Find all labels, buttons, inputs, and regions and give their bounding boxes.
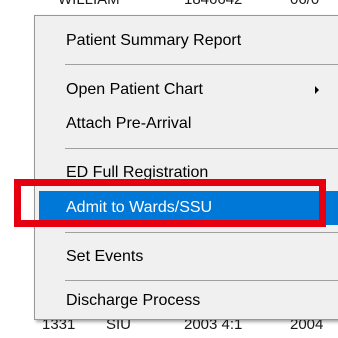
patient-name-cell: WILLIAM [58,0,120,8]
menu-item-label: Attach Pre-Arrival [66,115,192,132]
menu-item-label: Open Patient Chart [66,81,203,98]
menu-item-label: Set Events [66,248,144,265]
menu-item-open-patient-chart[interactable]: Open Patient Chart [39,73,338,107]
menu-item-attach-pre-arrival[interactable]: Attach Pre-Arrival [39,107,338,141]
submenu-arrow-icon [315,86,319,94]
menu-separator [65,148,338,149]
context-menu: Patient Summary Report Open Patient Char… [34,15,338,320]
date-cell: 06/0 [290,0,319,8]
menu-item-patient-summary-report[interactable]: Patient Summary Report [39,24,338,58]
menu-item-label: Discharge Process [66,292,201,309]
menu-separator [65,232,338,233]
menu-item-set-events[interactable]: Set Events [39,240,338,274]
menu-item-label: Patient Summary Report [66,32,242,49]
patient-id-cell: 1846642 [184,0,242,8]
menu-separator [65,280,338,281]
menu-separator [65,64,338,65]
menu-item-discharge-process[interactable]: Discharge Process [39,284,338,318]
highlight-annotation-box [14,179,326,227]
background-table-row: WILLIAM 1846642 06/0 [0,0,338,13]
